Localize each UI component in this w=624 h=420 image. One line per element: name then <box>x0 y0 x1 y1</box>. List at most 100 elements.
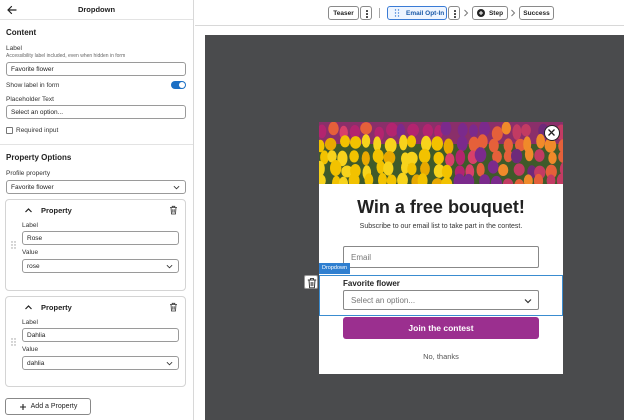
property-title: Property <box>41 303 72 312</box>
modal-subtitle: Subscribe to our email list to take part… <box>359 223 523 230</box>
separator <box>379 8 380 18</box>
tulip-flower <box>534 149 545 162</box>
delete-block-button[interactable] <box>304 275 318 289</box>
panel-title: Dropdown <box>77 5 116 14</box>
select-placeholder: Select an option... <box>351 296 416 305</box>
property-options-heading: Property Options <box>6 153 72 162</box>
tulip-flower <box>330 160 342 176</box>
trash-icon[interactable] <box>169 302 178 312</box>
plus-circle-icon <box>476 9 485 17</box>
tulip-flower <box>487 160 499 174</box>
no-thanks-link[interactable]: No, thanks <box>319 352 563 361</box>
dropdown-label: Favorite flower <box>343 279 400 288</box>
chevron-up-icon[interactable] <box>24 206 33 215</box>
label-input[interactable]: Favorite flower <box>6 62 186 76</box>
property-value-label: Value <box>22 249 39 256</box>
tulip-flower <box>406 135 417 148</box>
required-label: Required input <box>16 127 59 134</box>
step-teaser[interactable]: Teaser <box>328 6 359 20</box>
tulip-flower <box>350 136 362 149</box>
property-label-label: Label <box>22 319 38 326</box>
tulip-flower <box>418 148 431 164</box>
section-divider <box>0 144 193 145</box>
properties-panel: Dropdown Content Label Accessibility lab… <box>0 0 194 420</box>
email-opt-in-more-icon[interactable] <box>448 6 460 20</box>
tulip-flower <box>373 136 382 152</box>
content-heading: Content <box>6 28 37 37</box>
label-help-text: Accessibility label included, even when … <box>6 53 126 59</box>
tulip-flower <box>399 134 408 151</box>
tulip-flower <box>324 137 337 151</box>
placeholder-field-label: Placeholder Text <box>6 96 54 103</box>
tulip-flower <box>498 164 509 176</box>
add-property-button[interactable]: Add a Property <box>5 398 91 415</box>
required-checkbox[interactable] <box>6 127 13 134</box>
toggle-knob <box>179 82 185 88</box>
chevron-down-icon <box>166 361 173 366</box>
trash-icon <box>307 278 317 289</box>
chevron-right-icon <box>464 9 469 17</box>
tulip-flower <box>328 122 339 136</box>
tulip-flower <box>340 135 350 148</box>
property-label-input[interactable]: Dahlia <box>22 328 179 342</box>
tulip-flower <box>441 164 453 179</box>
tulip-flower <box>384 138 397 153</box>
property-value-label: Value <box>22 346 39 353</box>
tulip-flower <box>469 124 478 138</box>
property-label-input[interactable]: Rose <box>22 231 179 245</box>
tulip-flower <box>407 162 417 176</box>
chevron-up-icon[interactable] <box>24 303 33 312</box>
add-step-button[interactable]: Step <box>472 6 508 20</box>
modal-title: Win a free bouquet! <box>357 197 525 217</box>
drag-handle-icon[interactable] <box>11 338 16 346</box>
close-icon <box>548 129 555 136</box>
tulip-flower <box>488 138 499 153</box>
chevron-down-icon <box>166 264 173 269</box>
tulip-flower <box>360 122 372 135</box>
chevron-down-icon <box>173 185 180 190</box>
property-label-label: Label <box>22 222 38 229</box>
tulip-flower <box>512 124 522 140</box>
selected-block-tag: Dropdown <box>319 263 351 274</box>
tulip-hero-image <box>319 122 563 184</box>
chevron-down-icon <box>524 299 532 304</box>
teaser-more-icon[interactable] <box>360 6 372 20</box>
tulip-flower <box>431 136 443 151</box>
tulip-flower <box>477 134 488 149</box>
drag-handle-icon[interactable] <box>11 241 16 249</box>
tulip-flower <box>361 151 370 166</box>
tulip-flower <box>433 151 444 165</box>
email-input[interactable]: Email <box>343 246 539 268</box>
property-card: Property Label Dahlia Value dahlia <box>5 296 186 387</box>
tulip-flower <box>386 122 398 137</box>
favorite-flower-select[interactable]: Select an option... <box>343 290 539 310</box>
property-value-select[interactable]: dahlia <box>22 356 179 370</box>
tulip-flower <box>407 123 419 137</box>
tulip-flower <box>443 138 454 155</box>
label-field-label: Label <box>6 45 22 52</box>
step-success[interactable]: Success <box>519 6 554 20</box>
tulip-flower <box>511 148 523 164</box>
step-bar: Teaser Email Opt-In Step Success <box>195 0 624 26</box>
property-title: Property <box>41 206 72 215</box>
close-button[interactable] <box>544 125 560 141</box>
tulip-flower <box>361 134 371 148</box>
property-value: rose <box>27 263 40 270</box>
step-email-opt-in-label: Email Opt-In <box>406 9 445 17</box>
tulip-flower <box>524 147 534 162</box>
tulip-flower <box>501 122 511 135</box>
join-contest-button[interactable]: Join the contest <box>343 317 539 339</box>
property-value-select[interactable]: rose <box>22 259 179 273</box>
trash-icon[interactable] <box>169 205 178 215</box>
tulip-flower <box>445 153 455 167</box>
add-step-label: Step <box>488 9 504 17</box>
tulip-flower <box>455 149 466 166</box>
property-value: dahlia <box>27 360 45 367</box>
step-email-opt-in[interactable]: Email Opt-In <box>387 6 447 20</box>
profile-property-select[interactable]: Favorite flower <box>6 180 186 194</box>
panel-header: Dropdown <box>0 0 193 20</box>
show-label-toggle[interactable] <box>171 81 186 89</box>
drag-handle-icon <box>394 9 400 17</box>
placeholder-input[interactable]: Select an option... <box>6 105 186 119</box>
tulip-flower <box>349 150 359 163</box>
